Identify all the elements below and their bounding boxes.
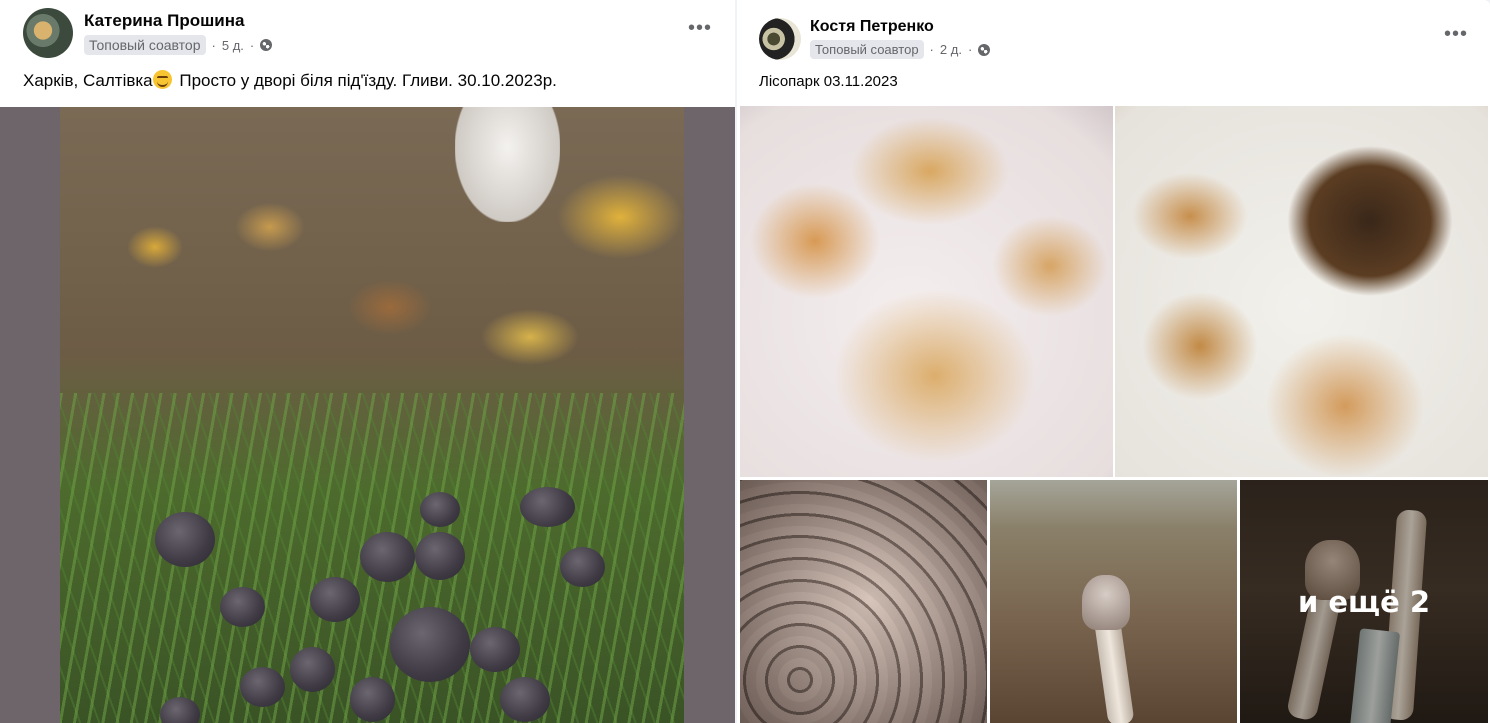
post-header: Костя Петренко Топовый соавтор · 2 д. · … (737, 0, 1490, 64)
photo-sliced-mushrooms[interactable] (740, 480, 987, 723)
meta-separator: · (211, 37, 216, 53)
post-text-part: Харків, Салтівка (23, 71, 153, 90)
more-options-button[interactable]: ••• (1438, 24, 1474, 50)
photo-more-tile[interactable]: и ещё 2 (1240, 480, 1488, 723)
meta-separator: · (929, 42, 934, 57)
mushroom-photo[interactable] (60, 107, 684, 723)
mushroom-cap (520, 487, 575, 527)
mushroom-cap (310, 577, 360, 622)
mushroom-cap (155, 512, 215, 567)
top-contributor-badge[interactable]: Топовый соавтор (84, 35, 206, 55)
mushroom-cap (560, 547, 605, 587)
mushroom-cap (1082, 575, 1130, 630)
mushroom-cap (350, 677, 395, 722)
post-meta: Топовый соавтор · 2 д. · (810, 40, 991, 59)
post-kostya: Костя Петренко Топовый соавтор · 2 д. · … (737, 0, 1490, 723)
post-meta: Топовый соавтор · 5 д. · (84, 35, 273, 55)
author-avatar[interactable] (23, 8, 73, 58)
photo-fried-mushrooms-2[interactable] (1115, 106, 1488, 477)
audience-globe-icon[interactable] (978, 43, 991, 56)
author-name[interactable]: Катерина Прошина (84, 11, 244, 31)
mushroom-cap (360, 532, 415, 582)
more-options-button[interactable]: ••• (682, 18, 718, 44)
meta-separator: · (967, 42, 973, 57)
photo-frame (0, 107, 735, 723)
top-contributor-badge[interactable]: Топовый соавтор (810, 40, 924, 59)
post-text-part: Просто у дворі біля під'їзду. Гливи. 30.… (174, 71, 557, 90)
post-time[interactable]: 5 д. (222, 38, 244, 53)
post-time[interactable]: 2 д. (940, 42, 962, 57)
mushroom-cap (415, 532, 465, 580)
post-text: Харків, Салтівка Просто у дворі біля під… (23, 70, 557, 91)
cat-paw-image (455, 107, 560, 222)
author-avatar[interactable] (759, 18, 801, 60)
mushroom-cap (240, 667, 285, 707)
more-photos-overlay[interactable]: и ещё 2 (1240, 480, 1488, 723)
photo-parasol-mushroom[interactable] (990, 480, 1237, 723)
meta-separator: · (249, 37, 255, 53)
post-text: Лісопарк 03.11.2023 (759, 73, 898, 90)
mushroom-cap (290, 647, 335, 692)
post-header: Катерина Прошина Топовый соавтор · 5 д. … (0, 0, 735, 64)
audience-globe-icon[interactable] (260, 39, 273, 51)
author-name[interactable]: Костя Петренко (810, 18, 934, 36)
photo-fried-mushrooms-1[interactable] (740, 106, 1113, 477)
more-photos-label: и ещё 2 (1297, 584, 1431, 619)
mushroom-cap (470, 627, 520, 672)
smiling-emoji-icon (152, 70, 172, 89)
post-katerina: Катерина Прошина Топовый соавтор · 5 д. … (0, 0, 735, 723)
mushroom-cap (420, 492, 460, 527)
mushroom-cap (220, 587, 265, 627)
mushroom-cap (500, 677, 550, 722)
mushroom-cap (390, 607, 470, 682)
